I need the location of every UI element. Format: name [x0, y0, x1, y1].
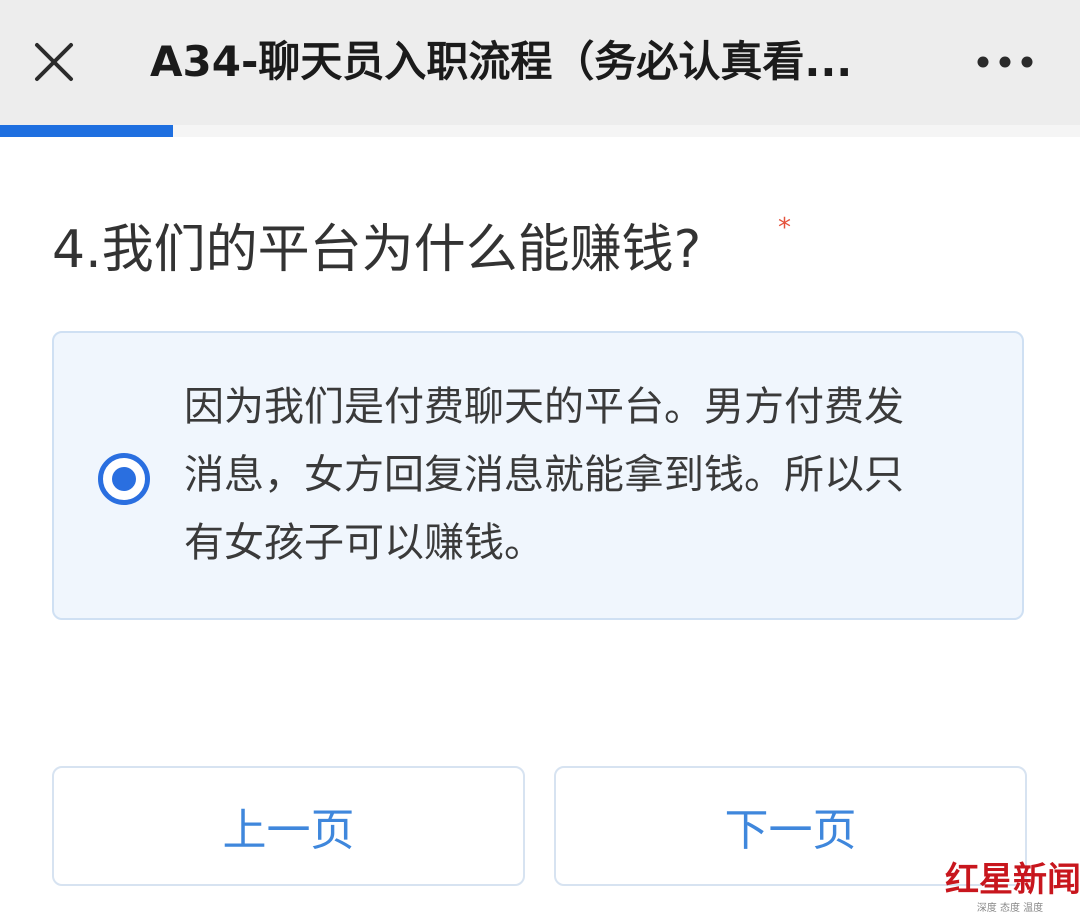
watermark-tagline: 深度 态度 温度	[976, 903, 1044, 914]
progress-fill	[0, 125, 173, 137]
close-button[interactable]	[28, 36, 80, 88]
close-icon	[35, 43, 73, 81]
more-horizontal-icon	[977, 56, 1033, 68]
radio-selected-icon[interactable]	[98, 453, 150, 505]
prev-page-button[interactable]: 上一页	[52, 766, 525, 886]
page-title: A34-聊天员入职流程（务必认真看...	[150, 37, 853, 86]
top-bar: A34-聊天员入职流程（务必认真看...	[0, 0, 1080, 125]
progress-bar	[0, 125, 1080, 137]
watermark-logo-text: 红星新闻	[945, 860, 1080, 900]
more-button[interactable]	[968, 36, 1042, 88]
option-label: 因为我们是付费聊天的平台。男方付费发消息，女方回复消息就能拿到钱。所以只有女孩子…	[184, 384, 904, 566]
watermark-logo: 红星新闻 深度 态度 温度	[945, 858, 1080, 920]
required-mark: *	[778, 213, 791, 243]
radio-dot	[112, 467, 136, 491]
answer-option[interactable]: 因为我们是付费聊天的平台。男方付费发消息，女方回复消息就能拿到钱。所以只有女孩子…	[52, 331, 1024, 620]
question-title: 4.我们的平台为什么能赚钱?	[52, 220, 702, 280]
